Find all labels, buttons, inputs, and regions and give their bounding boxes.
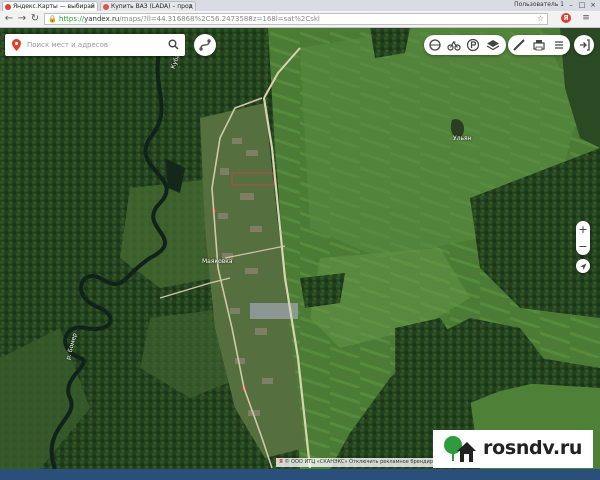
ruler-icon[interactable]	[511, 37, 527, 53]
forward-arrow-icon[interactable]: →	[16, 13, 28, 25]
close-window-icon[interactable]: ×	[588, 0, 598, 10]
browser-menu-icon[interactable]: ≡	[580, 12, 592, 24]
geolocation-arrow-icon	[580, 263, 587, 270]
url-host: yandex.ru	[84, 15, 120, 23]
car-listing-favicon-icon	[103, 4, 109, 10]
route-icon	[199, 39, 211, 51]
village-label: Маяковка	[202, 258, 233, 265]
field-label: Ульян	[453, 135, 472, 142]
zoom-out-button[interactable]: −	[576, 238, 590, 255]
url-field[interactable]: 🔒 https://yandex.ru/maps/?ll=44.316868%2…	[44, 13, 548, 25]
maximize-window-icon[interactable]: □	[577, 0, 587, 10]
tab-yandex-maps[interactable]: Яндекс.Карты — выбирай ×	[2, 1, 98, 11]
url-scheme: https://	[59, 15, 85, 23]
copyright-text[interactable]: © ООО ИТЦ «СКАНЭКС» Отключить рекламное …	[284, 459, 451, 465]
close-tab-icon[interactable]: ×	[188, 2, 193, 11]
layers-icon[interactable]	[485, 37, 501, 53]
reload-icon[interactable]: ↻	[29, 13, 41, 25]
tab-title: Купить ВАЗ (LADA) – прод	[111, 3, 193, 10]
zoom-in-button[interactable]: +	[576, 221, 590, 238]
satellite-map[interactable]: Маяковка Куба р. Бомер Ульян	[0, 28, 600, 469]
panorama-icon[interactable]	[427, 37, 443, 53]
os-taskbar	[0, 469, 600, 480]
search-icon[interactable]	[168, 39, 179, 50]
rosndv-watermark: rosndv.ru	[433, 430, 593, 468]
routes-button[interactable]	[194, 34, 216, 56]
close-tab-icon[interactable]: ×	[90, 2, 95, 11]
yandex-extension-icon[interactable]: Я	[561, 13, 571, 23]
watermark-text: rosndv.ru	[483, 437, 583, 459]
tab-title: Яндекс.Карты — выбирай	[13, 3, 95, 10]
browser-tab-bar: Яндекс.Карты — выбирай × Купить ВАЗ (LAD…	[0, 0, 600, 11]
search-box	[5, 34, 185, 56]
search-input[interactable]	[27, 37, 157, 53]
window-user-name: Пользователь 1	[514, 1, 564, 8]
yandex-logo: Я	[279, 459, 283, 465]
login-button[interactable]	[574, 35, 594, 55]
locate-me-button[interactable]	[576, 259, 590, 273]
bookmark-star-icon[interactable]: ☆	[537, 14, 544, 24]
yandex-maps-favicon-icon	[5, 4, 11, 10]
tab-car-listing[interactable]: Купить ВАЗ (LADA) – прод ×	[100, 1, 196, 11]
layer-controls	[424, 35, 506, 55]
minimize-window-icon[interactable]: –	[566, 0, 576, 10]
house-tree-logo-icon	[444, 436, 476, 462]
lock-icon: 🔒	[48, 15, 57, 23]
map-pin-icon	[12, 39, 21, 51]
zoom-control: + −	[576, 221, 590, 255]
parking-icon[interactable]	[465, 37, 481, 53]
map-copyright: Я © ООО ИТЦ «СКАНЭКС» Отключить рекламно…	[276, 458, 455, 467]
print-icon[interactable]	[531, 37, 547, 53]
tool-controls	[508, 35, 570, 55]
bike-icon[interactable]	[446, 37, 462, 53]
menu-icon[interactable]	[551, 37, 567, 53]
back-arrow-icon[interactable]: ←	[3, 13, 15, 25]
satellite-imagery	[0, 28, 600, 469]
login-icon	[580, 39, 590, 51]
address-bar: ← → ↻ 🔒 https://yandex.ru/maps/?ll=44.31…	[0, 11, 600, 28]
url-path: /maps/?ll=44.316868%2C56.2473588z=168l=s…	[119, 15, 320, 23]
